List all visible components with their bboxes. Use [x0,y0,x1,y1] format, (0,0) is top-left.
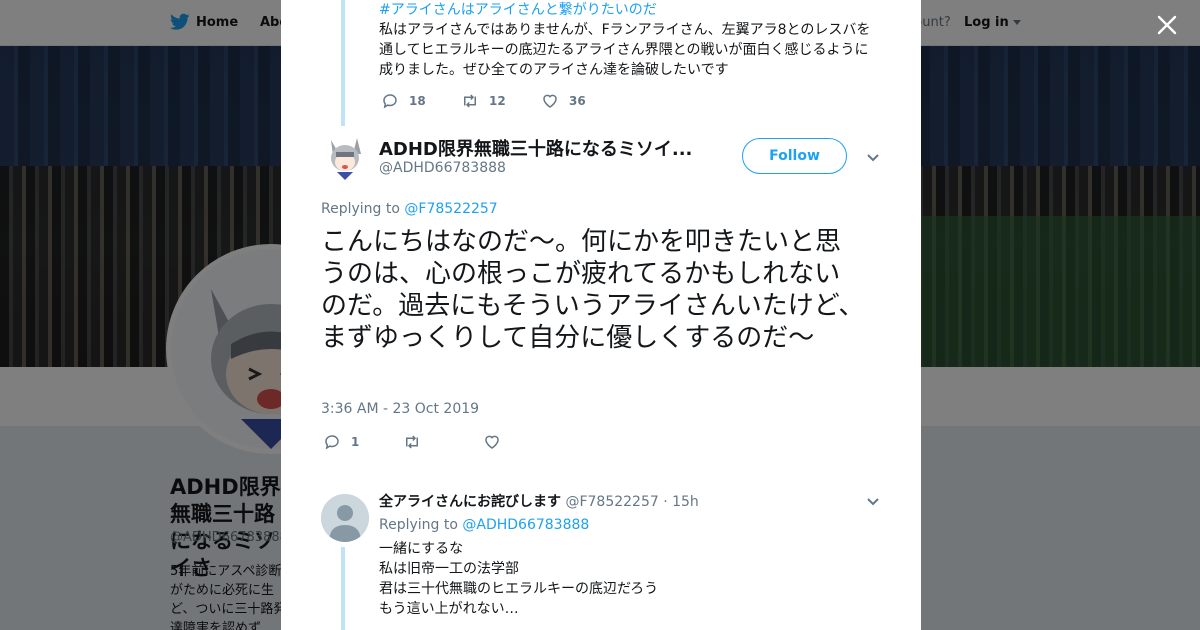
reply-tweet-author-name[interactable]: 全アライさんにお詫びします [379,494,561,510]
main-tweet-author-handle[interactable]: @ADHD66783888 [379,160,506,176]
retweet-icon [406,435,418,449]
main-tweet-author-name[interactable]: ADHD限界無職三十路になるミソイ... [379,135,692,161]
main-tweet-text: こんにちはなのだ〜。何にかを叩きたいと思うのは、心の根っこが疲れてるかもしれない… [321,227,865,353]
tweet-modal: #アライさんはアライさんと繋がりたいのだ 私はアライさんではありませんが、Fラン… [281,0,921,630]
replying-mention-link[interactable]: @F78522257 [404,201,497,217]
reply-icon [383,94,397,109]
like-icon [543,94,557,108]
like-button[interactable]: 36 [541,92,621,110]
reply-tweet-header: 全アライさんにお詫びします @F78522257 · 15h [379,491,699,511]
close-icon [1157,15,1177,35]
chevron-down-icon [867,154,879,162]
retweet-button[interactable]: 12 [461,92,541,110]
reply-tweet-line: 一緒にするな [379,541,464,557]
like-button[interactable] [483,433,563,451]
main-tweet-more-button[interactable] [865,149,881,165]
reply-tweet-author-handle[interactable]: @F78522257 [565,494,658,510]
thread-line [341,547,345,630]
reply-count: 1 [351,435,360,449]
retweet-button[interactable] [403,433,483,451]
previous-tweet-line: 成りました。ぜひ全てのアライさん達を論破したいです [379,62,729,78]
previous-tweet-hashtag[interactable]: #アライさんはアライさんと繋がりたいのだ [379,0,889,20]
previous-tweet-line: 私はアライさんではありませんが、Fランアライさん、左翼アラ8とのレスバを [379,22,871,38]
follow-button[interactable]: Follow [742,138,847,174]
reply-tweet-line: 私は旧帝一工の法学部 [379,561,519,577]
main-tweet-actions: 1 [323,433,563,451]
retweet-count: 12 [489,94,506,108]
reply-tweet-more-button[interactable] [865,493,881,509]
retweet-icon [464,94,476,108]
thread-line [341,0,345,126]
reply-tweet-avatar[interactable] [321,494,369,542]
reply-tweet-time[interactable]: · 15h [663,494,699,510]
main-tweet-avatar[interactable] [321,132,369,180]
replying-mention-link[interactable]: @ADHD66783888 [462,517,589,533]
like-icon [485,435,499,449]
reply-tweet-line: 君は三十代無職のヒエラルキーの底辺だろう [379,581,659,597]
default-avatar-icon [321,494,369,542]
close-modal-button[interactable] [1155,13,1179,37]
main-tweet-header: ADHD限界無職三十路になるミソイ... @ADHD66783888 Follo… [321,130,881,190]
previous-tweet-line: 通してヒエラルキーの底辺たるアライさん界隈との戦いが面白く感じるように [379,42,869,58]
previous-tweet-text: #アライさんはアライさんと繋がりたいのだ 私はアライさんではありませんが、Fラン… [379,0,889,80]
reply-icon [325,435,339,450]
raccoon-girl-avatar-icon [321,132,369,180]
replying-prefix: Replying to [321,201,400,217]
reply-count: 18 [409,94,426,108]
previous-tweet-actions: 18 12 36 [381,92,621,110]
reply-tweet-replying-to: Replying to @ADHD66783888 [379,517,589,533]
main-tweet-replying-to: Replying to @F78522257 [321,201,498,217]
reply-tweet-line: もう這い上がれない… [379,601,519,617]
replying-prefix: Replying to [379,517,458,533]
chevron-down-icon [867,498,879,506]
like-count: 36 [569,94,586,108]
main-tweet-timestamp[interactable]: 3:36 AM - 23 Oct 2019 [321,401,479,417]
reply-tweet-text: 一緒にするな 私は旧帝一工の法学部 君は三十代無職のヒエラルキーの底辺だろう も… [379,539,879,619]
reply-button[interactable]: 1 [323,433,403,451]
reply-button[interactable]: 18 [381,92,461,110]
